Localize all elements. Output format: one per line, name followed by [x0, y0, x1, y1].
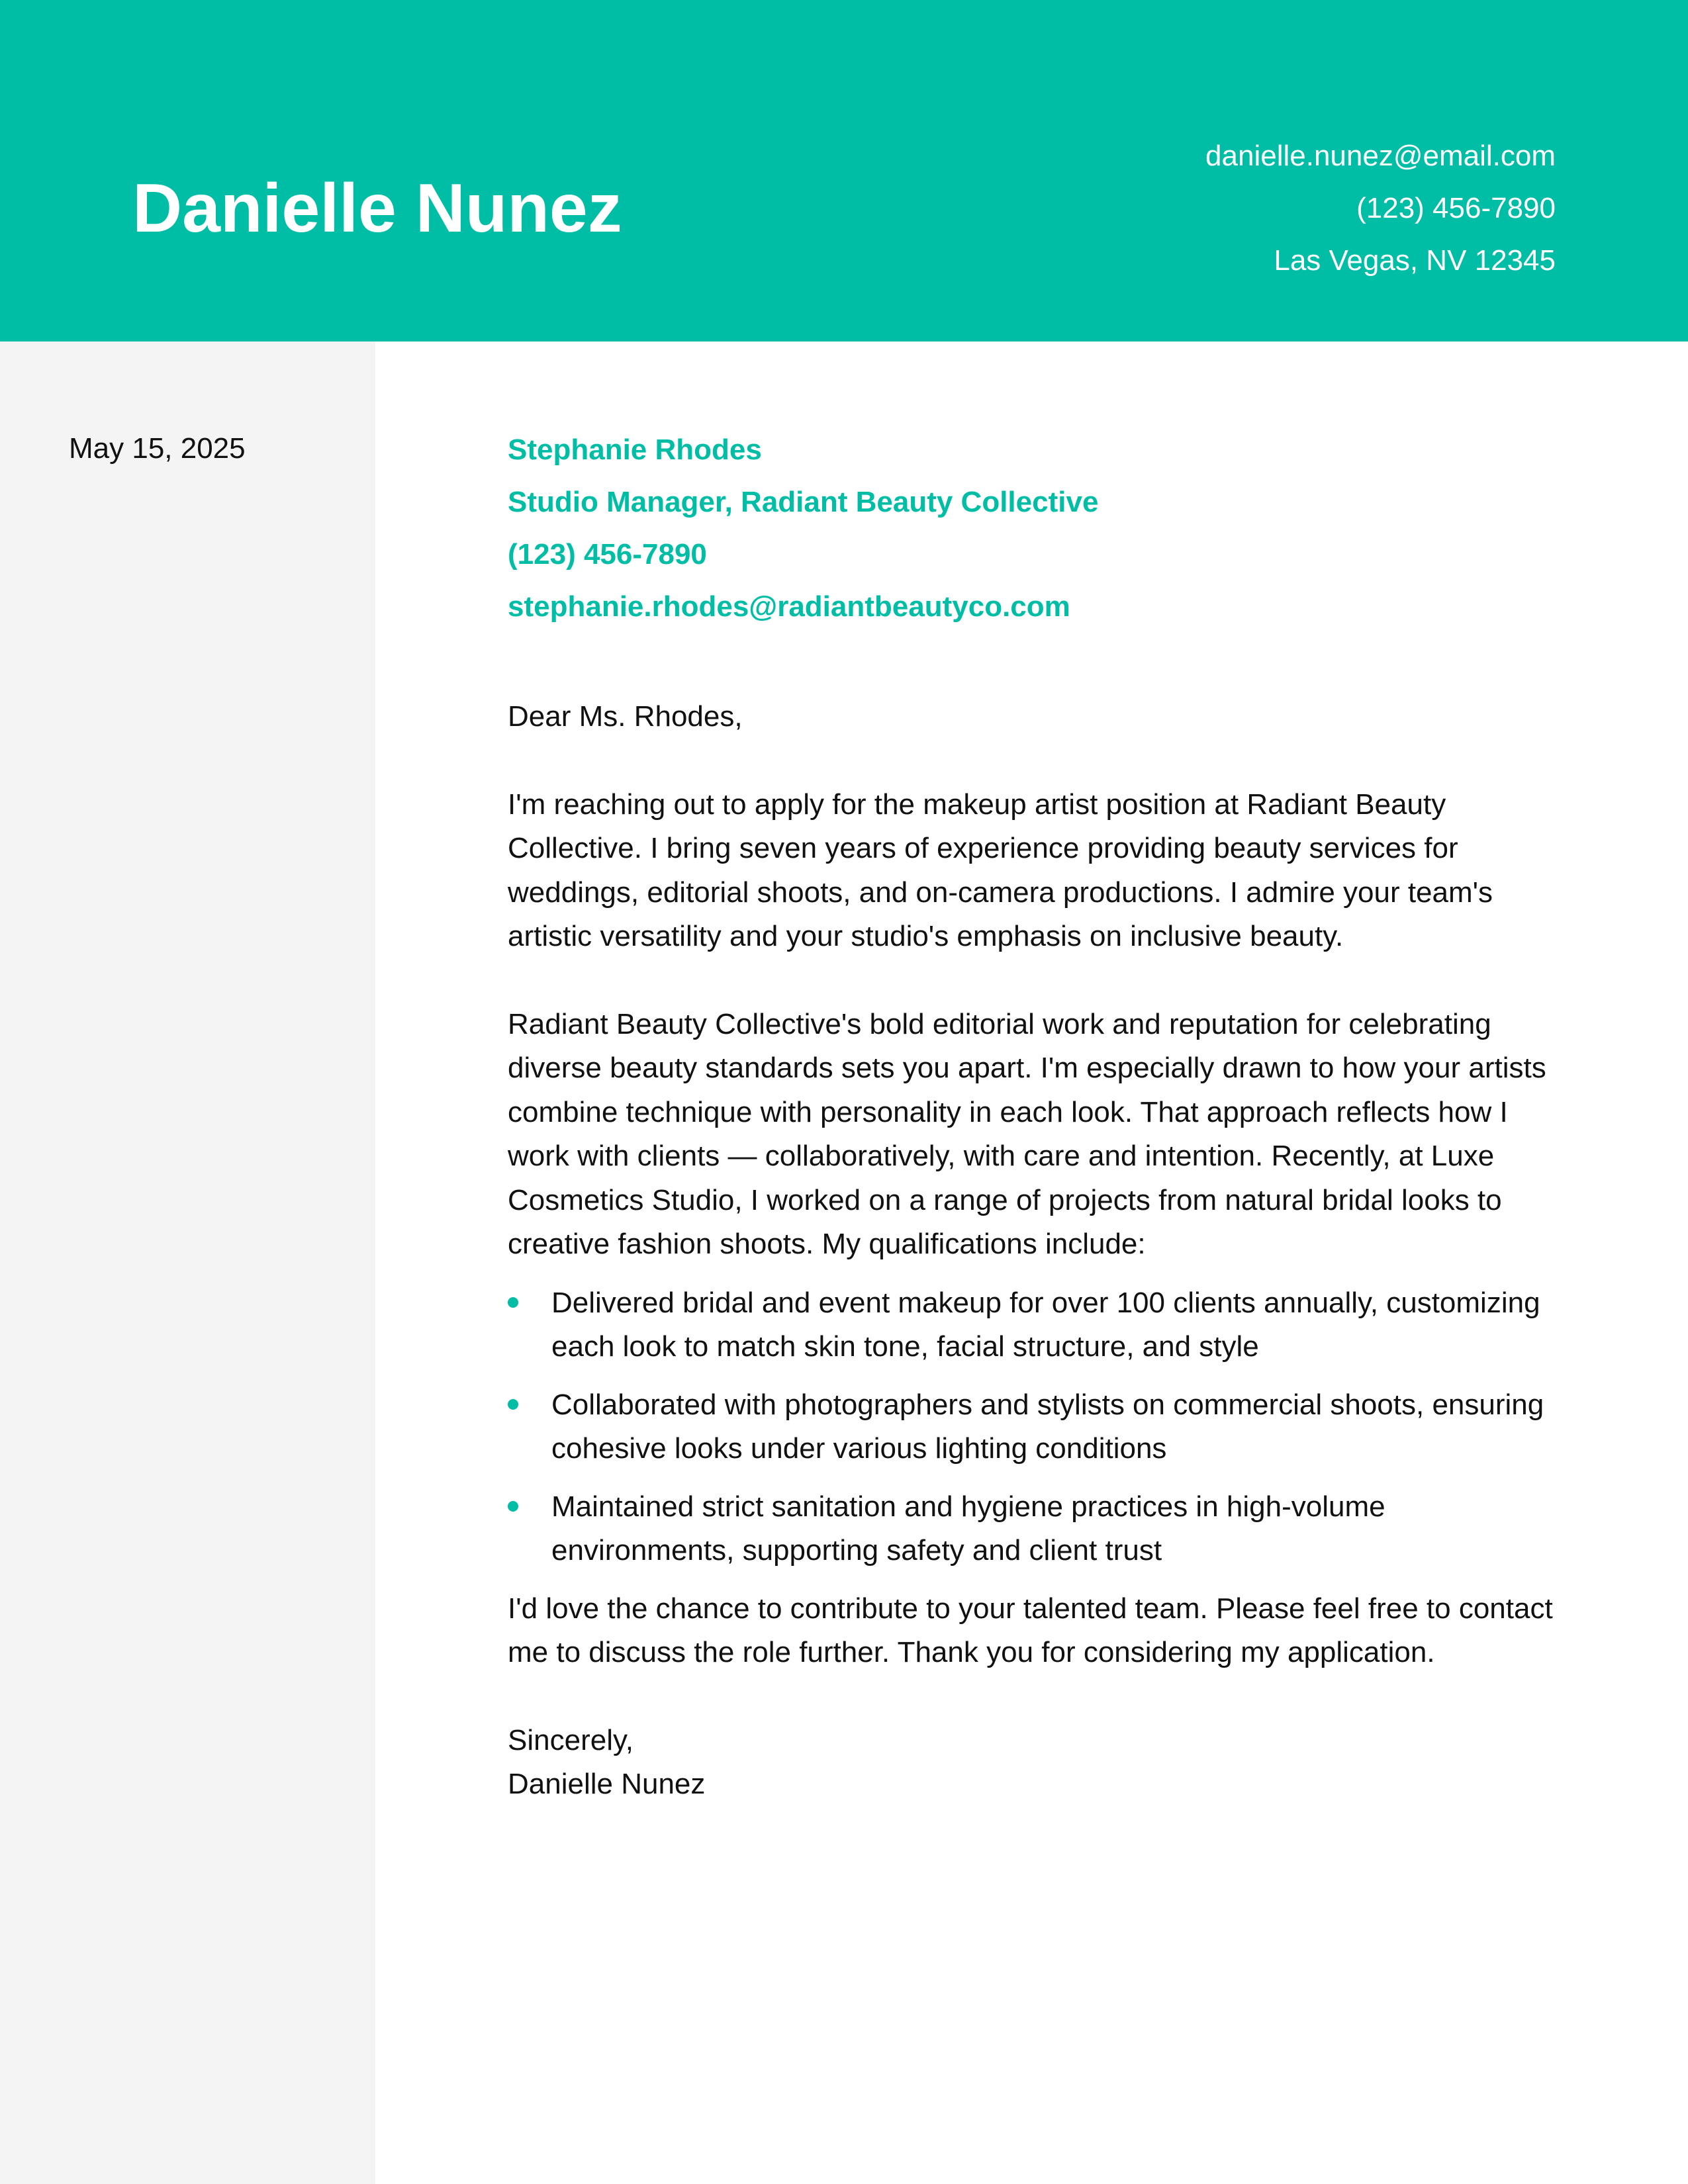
paragraph-closing: I'd love the chance to contribute to you… — [508, 1592, 1553, 1669]
applicant-email: danielle.nunez@email.com — [1205, 140, 1556, 172]
recipient-title: Studio Manager, Radiant Beauty Collectiv… — [508, 486, 1099, 518]
recipient-block: Stephanie Rhodes Studio Manager, Radiant… — [508, 424, 1098, 633]
bullet-dot-icon — [508, 1398, 518, 1410]
list-item-text: Collaborated with photographers and styl… — [551, 1388, 1544, 1465]
recipient-email: stephanie.rhodes@radiantbeautyco.com — [508, 590, 1070, 623]
paragraph-motivation: Radiant Beauty Collective's bold editori… — [508, 1007, 1546, 1261]
signoff-block: Sincerely, Danielle Nunez — [508, 1719, 1567, 1807]
bullet-dot-icon — [508, 1500, 518, 1512]
letter-date: May 15, 2025 — [69, 432, 246, 465]
applicant-contact: danielle.nunez@email.com (123) 456-7890 … — [960, 130, 1556, 287]
list-item: Delivered bridal and event makeup for ov… — [508, 1281, 1567, 1369]
recipient-phone: (123) 456-7890 — [508, 538, 707, 570]
list-item: Collaborated with photographers and styl… — [508, 1383, 1567, 1471]
applicant-phone: (123) 456-7890 — [1356, 192, 1556, 224]
letter-body: Dear Ms. Rhodes, I'm reaching out to app… — [508, 695, 1567, 1807]
list-item: Maintained strict sanitation and hygiene… — [508, 1485, 1567, 1573]
signoff: Sincerely, — [508, 1723, 633, 1756]
recipient-name: Stephanie Rhodes — [508, 433, 762, 466]
list-item-text: Delivered bridal and event makeup for ov… — [551, 1286, 1540, 1363]
bullet-dot-icon — [508, 1297, 518, 1308]
applicant-name: Danielle Nunez — [132, 170, 622, 247]
header-banner: Danielle Nunez danielle.nunez@email.com … — [0, 0, 1688, 341]
sidebar — [0, 341, 375, 2184]
signature-name: Danielle Nunez — [508, 1768, 706, 1800]
applicant-location: Las Vegas, NV 12345 — [1274, 244, 1556, 277]
list-item-text: Maintained strict sanitation and hygiene… — [551, 1490, 1385, 1567]
salutation: Dear Ms. Rhodes, — [508, 700, 743, 733]
paragraph-intro: I'm reaching out to apply for the makeup… — [508, 788, 1493, 953]
qualifications-list: Delivered bridal and event makeup for ov… — [508, 1281, 1567, 1573]
